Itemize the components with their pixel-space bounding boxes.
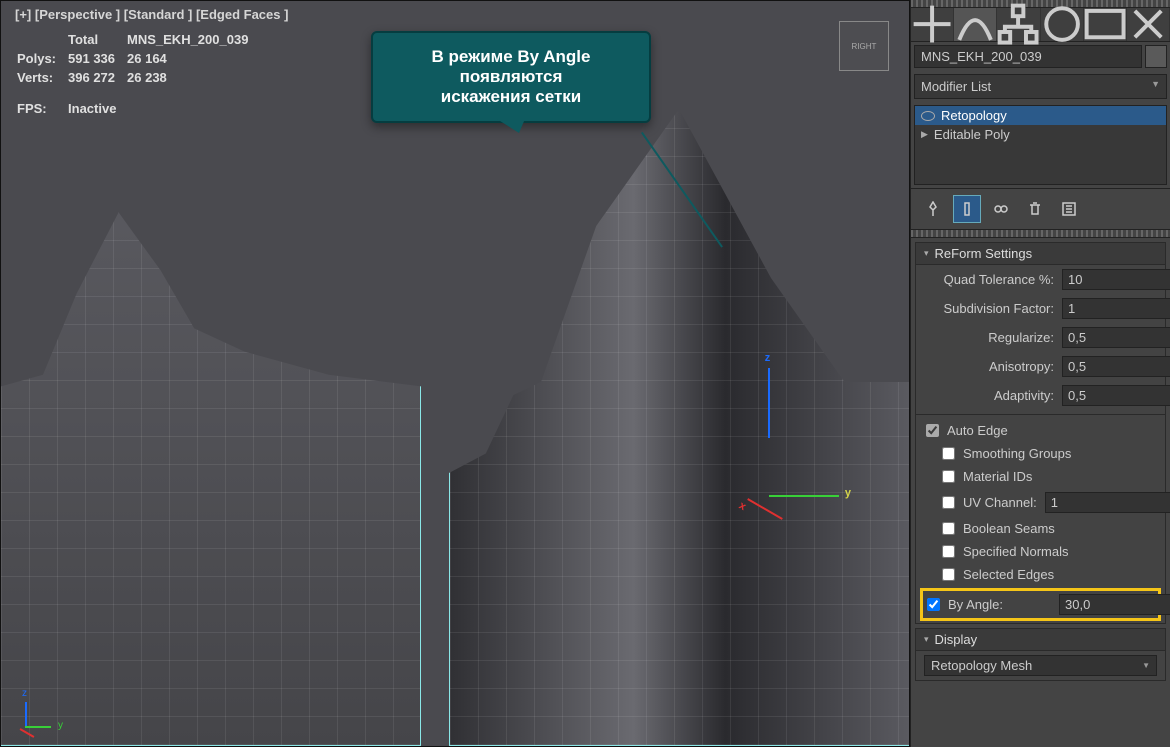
boolean-seams-label: Boolean Seams	[963, 521, 1055, 536]
verts-total: 396 272	[68, 69, 125, 86]
specified-normals-checkbox[interactable]	[942, 545, 955, 558]
anisotropy-input[interactable]	[1062, 356, 1170, 377]
remove-modifier-button[interactable]	[1021, 195, 1049, 223]
by-angle-input[interactable]	[1059, 594, 1170, 615]
stack-toolbar	[911, 188, 1170, 230]
by-angle-label: By Angle:	[948, 597, 1051, 612]
viewport-label-bar[interactable]: [+] [Perspective ] [Standard ] [Edged Fa…	[15, 7, 288, 22]
quad-tolerance-label: Quad Tolerance %:	[924, 272, 1054, 287]
by-angle-spinner[interactable]: ▲▼	[1059, 594, 1154, 615]
callout-line1: В режиме By Angle	[383, 47, 639, 67]
regularize-label: Regularize:	[924, 330, 1054, 345]
auto-edge-checkbox[interactable]	[926, 424, 939, 437]
transform-gizmo[interactable]	[709, 436, 829, 556]
adaptivity-label: Adaptivity:	[924, 388, 1054, 403]
uv-channel-spinner[interactable]: ▲▼	[1045, 492, 1115, 513]
reform-header[interactable]: ReForm Settings	[916, 243, 1165, 265]
uv-channel-input[interactable]	[1045, 492, 1170, 513]
stats-object-header: MNS_EKH_200_039	[127, 31, 258, 48]
subdivision-factor-label: Subdivision Factor:	[924, 301, 1054, 316]
show-end-result-button[interactable]	[953, 195, 981, 223]
regularize-input[interactable]	[1062, 327, 1170, 348]
adaptivity-input[interactable]	[1062, 385, 1170, 406]
smoothing-groups-label: Smoothing Groups	[963, 446, 1071, 461]
anisotropy-spinner[interactable]: ▲▼	[1062, 356, 1157, 377]
boolean-seams-checkbox[interactable]	[942, 522, 955, 535]
callout-line2: появляются	[383, 67, 639, 87]
make-unique-button[interactable]	[987, 195, 1015, 223]
viewcube[interactable]: RIGHT	[839, 21, 889, 71]
material-ids-checkbox[interactable]	[942, 470, 955, 483]
quad-tolerance-spinner[interactable]: ▲▼	[1062, 269, 1157, 290]
object-color-swatch[interactable]	[1145, 45, 1167, 68]
polys-label: Polys:	[17, 50, 66, 67]
callout-line3: искажения сетки	[383, 87, 639, 107]
rollout-grip[interactable]	[911, 230, 1170, 238]
selected-edges-label: Selected Edges	[963, 567, 1054, 582]
subdivision-factor-input[interactable]	[1062, 298, 1170, 319]
tab-modify-icon[interactable]	[954, 8, 997, 41]
selected-edges-checkbox[interactable]	[942, 568, 955, 581]
annotation-callout: В режиме By Angle появляются искажения с…	[371, 31, 651, 123]
object-name-input[interactable]	[914, 45, 1142, 68]
gizmo-x-axis[interactable]	[747, 498, 783, 520]
material-ids-label: Material IDs	[963, 469, 1032, 484]
configure-sets-button[interactable]	[1055, 195, 1083, 223]
world-axes-icon	[15, 696, 55, 736]
modifier-stack[interactable]: Retopology ▶ Editable Poly	[914, 105, 1167, 185]
display-rollout: Display Retopology Mesh	[915, 628, 1166, 681]
expand-arrow-icon[interactable]: ▶	[921, 129, 928, 140]
tab-create-icon[interactable]	[911, 8, 954, 41]
stack-item-label: Retopology	[941, 108, 1007, 123]
tab-display-icon[interactable]	[1084, 8, 1127, 41]
viewport-statistics: Total MNS_EKH_200_039 Polys: 591 336 26 …	[15, 29, 260, 119]
pin-stack-button[interactable]	[919, 195, 947, 223]
stack-item-label: Editable Poly	[934, 127, 1010, 142]
uv-channel-checkbox[interactable]	[942, 496, 955, 509]
tab-hierarchy-icon[interactable]	[997, 8, 1040, 41]
command-panel-tabs	[911, 8, 1170, 42]
modifier-list-label: Modifier List	[921, 79, 991, 94]
display-header[interactable]: Display	[916, 629, 1165, 651]
stack-item-retopology[interactable]: Retopology	[915, 106, 1166, 125]
viewport[interactable]: [+] [Perspective ] [Standard ] [Edged Fa…	[0, 0, 910, 747]
regularize-spinner[interactable]: ▲▼	[1062, 327, 1157, 348]
smoothing-groups-checkbox[interactable]	[942, 447, 955, 460]
reform-settings-rollout: ReForm Settings Quad Tolerance %: ▲▼ Sub…	[915, 242, 1166, 624]
tab-motion-icon[interactable]	[1041, 8, 1084, 41]
visibility-toggle-icon[interactable]	[921, 111, 935, 121]
command-panel: Modifier List Retopology ▶ Editable Poly…	[910, 0, 1170, 747]
specified-normals-label: Specified Normals	[963, 544, 1069, 559]
anisotropy-label: Anisotropy:	[924, 359, 1054, 374]
verts-label: Verts:	[17, 69, 66, 86]
by-angle-highlighted-row: By Angle: ▲▼	[920, 588, 1161, 621]
display-mode-dropdown[interactable]: Retopology Mesh	[924, 655, 1157, 676]
stats-total-header: Total	[68, 31, 125, 48]
object-name-row	[911, 42, 1170, 71]
stack-item-editable-poly[interactable]: ▶ Editable Poly	[915, 125, 1166, 144]
fps-label: FPS:	[17, 100, 66, 117]
modifier-list-dropdown[interactable]: Modifier List	[914, 74, 1167, 99]
display-mode-value: Retopology Mesh	[931, 658, 1032, 673]
gizmo-y-axis[interactable]	[769, 495, 839, 497]
subdivision-factor-spinner[interactable]: ▲▼	[1062, 298, 1157, 319]
fps-value: Inactive	[68, 100, 258, 117]
polys-total: 591 336	[68, 50, 125, 67]
by-angle-checkbox[interactable]	[927, 598, 940, 611]
gizmo-z-axis[interactable]	[768, 368, 770, 438]
auto-edge-label: Auto Edge	[947, 423, 1008, 438]
quad-tolerance-input[interactable]	[1062, 269, 1170, 290]
verts-object: 26 238	[127, 69, 258, 86]
uv-channel-label: UV Channel:	[963, 495, 1037, 510]
tab-utilities-icon[interactable]	[1127, 8, 1170, 41]
polys-object: 26 164	[127, 50, 258, 67]
adaptivity-spinner[interactable]: ▲▼	[1062, 385, 1157, 406]
